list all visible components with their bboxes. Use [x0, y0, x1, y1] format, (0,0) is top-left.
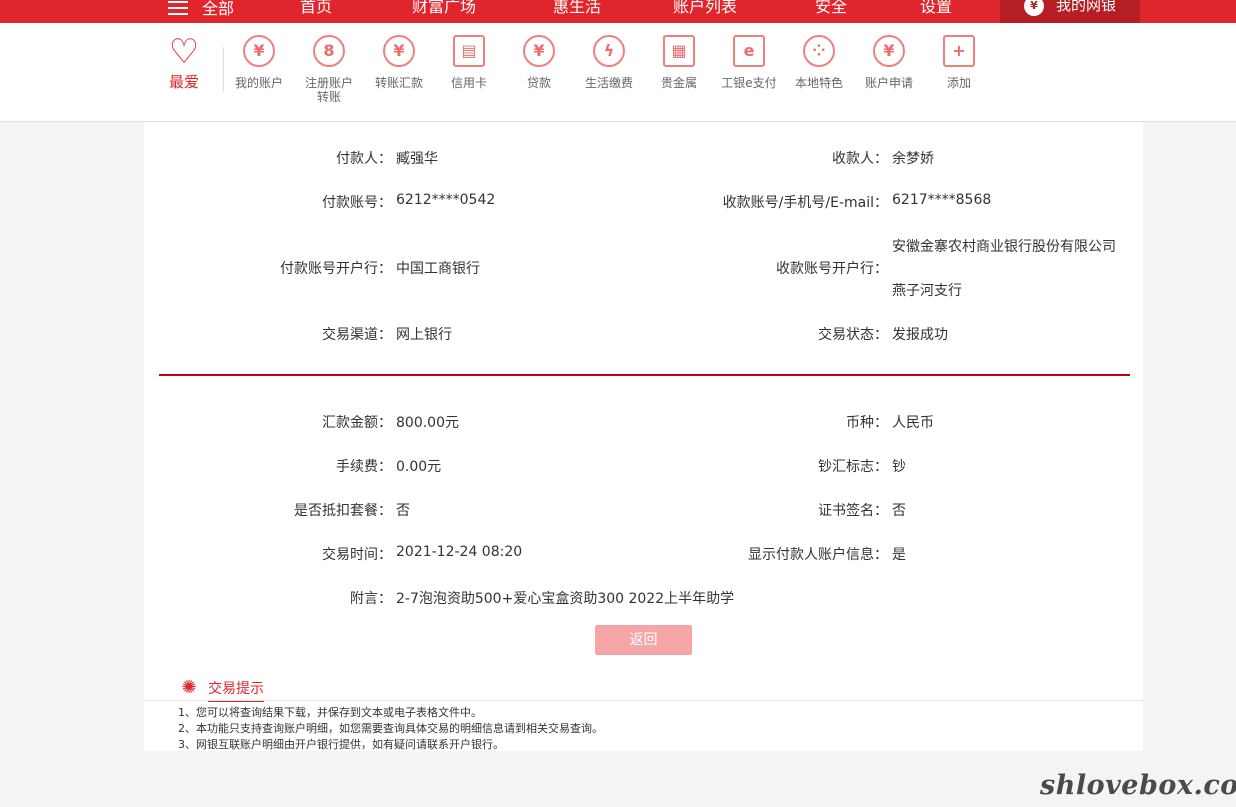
shortcut-epay[interactable]: e 工银e支付 — [714, 35, 784, 90]
shortcut-credit-card[interactable]: ▤ 信用卡 — [434, 35, 504, 90]
show-payer-value: 是 — [892, 547, 906, 563]
package-label: 是否抵扣套餐： — [294, 503, 392, 519]
shortcut-label: 添加 — [946, 76, 971, 90]
yen-icon: ¥ — [243, 35, 275, 67]
fee-value: 0.00元 — [396, 459, 442, 475]
plus-icon: + — [943, 35, 975, 67]
favorites-button[interactable]: ♡ 最爱 — [164, 35, 204, 92]
heart-icon: ♡ — [168, 32, 200, 72]
payer-account-value: 6212****0542 — [396, 192, 496, 208]
shortcut-label: 本地特色 — [794, 76, 843, 90]
all-menu-button[interactable]: 全部 — [168, 0, 234, 20]
money-bag-icon: ¥ — [523, 35, 555, 67]
shortcut-label: 信用卡 — [450, 76, 487, 90]
shortcut-loan[interactable]: ¥ 贷款 — [504, 35, 574, 90]
gold-bar-icon: ▦ — [663, 35, 695, 67]
nav-wealth[interactable]: 财富广场 — [412, 0, 476, 17]
amount-value: 800.00元 — [396, 415, 459, 431]
cert-label: 证书签名： — [818, 503, 888, 519]
section-divider — [159, 374, 1130, 376]
tips-divider — [144, 700, 1143, 701]
shortcut-utilities[interactable]: ϟ 生活缴费 — [574, 35, 644, 90]
payer-bank-label: 付款账号开户行： — [280, 261, 392, 277]
lightbulb-icon: ✺ — [181, 677, 197, 698]
note-label: 附言： — [350, 591, 392, 607]
back-button[interactable]: 返回 — [595, 625, 692, 655]
channel-value: 网上银行 — [396, 327, 452, 343]
nav-security[interactable]: 安全 — [815, 0, 847, 17]
hamburger-icon — [168, 0, 188, 15]
payee-bank-value-line2: 燕子河支行 — [892, 283, 962, 299]
shortcut-bar: ♡ 最爱 ¥ 我的账户 8 注册账户 转账 ¥ 转账汇款 ▤ 信用卡 ¥ 贷款 … — [0, 23, 1236, 122]
credit-card-icon: ▤ — [453, 35, 485, 67]
my-bank-button[interactable]: ¥ 我的网银 — [1000, 0, 1140, 23]
tip-item: 3、网银互联账户明细由开户银行提供，如有疑问请联系开户银行。 — [178, 738, 504, 751]
status-label: 交易状态： — [818, 327, 888, 343]
shortcut-local[interactable]: ⁘ 本地特色 — [784, 35, 854, 90]
transfer-detail-panel: 付款人： 臧强华 收款人： 余梦娇 付款账号： 6212****0542 收款账… — [144, 122, 1143, 660]
nav-life[interactable]: 惠生活 — [553, 0, 601, 17]
amount-label: 汇款金额： — [322, 415, 392, 431]
tips-title: 交易提示 — [208, 678, 264, 702]
shortcut-label: 注册账户 转账 — [304, 76, 353, 104]
note-value: 2-7泡泡资助500+爱心宝盒资助300 2022上半年助学 — [396, 591, 735, 607]
account-icon: 8 — [313, 35, 345, 67]
payee-account-label: 收款账号/手机号/E-mail： — [722, 195, 888, 211]
yen-icon: ¥ — [873, 35, 905, 67]
shortcut-label: 工银e支付 — [721, 76, 777, 90]
nav-settings[interactable]: 设置 — [920, 0, 952, 17]
payer-account-label: 付款账号： — [322, 195, 392, 211]
payee-account-value: 6217****8568 — [892, 192, 992, 208]
payer-bank-value: 中国工商银行 — [396, 261, 480, 277]
cash-flag-value: 钞 — [892, 459, 906, 475]
watermark: shlovebox.com — [1040, 770, 1236, 801]
transfer-icon: ¥ — [383, 35, 415, 67]
shortcut-transfer[interactable]: ¥ 转账汇款 — [364, 35, 434, 90]
cash-flag-label: 钞汇标志： — [818, 459, 888, 475]
show-payer-label: 显示付款人账户信息： — [748, 547, 888, 563]
nav-home[interactable]: 首页 — [300, 0, 332, 17]
shortcut-label: 贷款 — [526, 76, 551, 90]
payer-value: 臧强华 — [396, 151, 438, 167]
shortcut-label: 账户申请 — [864, 76, 913, 90]
epay-icon: e — [733, 35, 765, 67]
payee-value: 余梦娇 — [892, 151, 934, 167]
all-menu-label: 全部 — [202, 0, 235, 18]
favorites-label: 最爱 — [168, 73, 199, 91]
channel-label: 交易渠道： — [322, 327, 392, 343]
package-value: 否 — [396, 503, 410, 519]
payee-label: 收款人： — [832, 151, 888, 167]
shortcut-label: 我的账户 — [234, 76, 283, 90]
nav-accounts[interactable]: 账户列表 — [673, 0, 737, 17]
shortcut-add[interactable]: + 添加 — [924, 35, 994, 90]
payer-label: 付款人： — [336, 151, 392, 167]
flame-icon: ϟ — [593, 35, 625, 67]
shortcut-label: 生活缴费 — [584, 76, 633, 90]
top-nav: 全部 首页 财富广场 惠生活 账户列表 安全 设置 ¥ 我的网银 — [0, 0, 1236, 23]
time-label: 交易时间： — [322, 547, 392, 563]
payee-bank-value-line1: 安徽金寨农村商业银行股份有限公司 — [892, 239, 1116, 255]
bank-logo-icon: ¥ — [1024, 0, 1044, 16]
shortcut-label: 转账汇款 — [374, 76, 423, 90]
currency-value: 人民币 — [892, 415, 934, 431]
shortcut-account-apply[interactable]: ¥ 账户申请 — [854, 35, 924, 90]
status-value: 发报成功 — [892, 327, 948, 343]
my-bank-label: 我的网银 — [1056, 0, 1117, 14]
shortcut-my-account[interactable]: ¥ 我的账户 — [224, 35, 294, 90]
fee-label: 手续费： — [336, 459, 392, 475]
cert-value: 否 — [892, 503, 906, 519]
tip-item: 2、本功能只支持查询账户明细，如您需要查询具体交易的明细信息请到相关交易查询。 — [178, 722, 603, 735]
shortcut-precious-metal[interactable]: ▦ 贵金属 — [644, 35, 714, 90]
shortcut-label: 贵金属 — [660, 76, 697, 90]
currency-label: 币种： — [846, 415, 888, 431]
payee-bank-label: 收款账号开户行： — [776, 261, 888, 277]
shortcut-registered-transfer[interactable]: 8 注册账户 转账 — [294, 35, 364, 104]
tip-item: 1、您可以将查询结果下载，并保存到文本或电子表格文件中。 — [178, 706, 482, 719]
local-icon: ⁘ — [803, 35, 835, 67]
time-value: 2021-12-24 08:20 — [396, 544, 523, 560]
transaction-tips: ✺ 交易提示 1、您可以将查询结果下载，并保存到文本或电子表格文件中。 2、本功… — [144, 660, 1143, 751]
